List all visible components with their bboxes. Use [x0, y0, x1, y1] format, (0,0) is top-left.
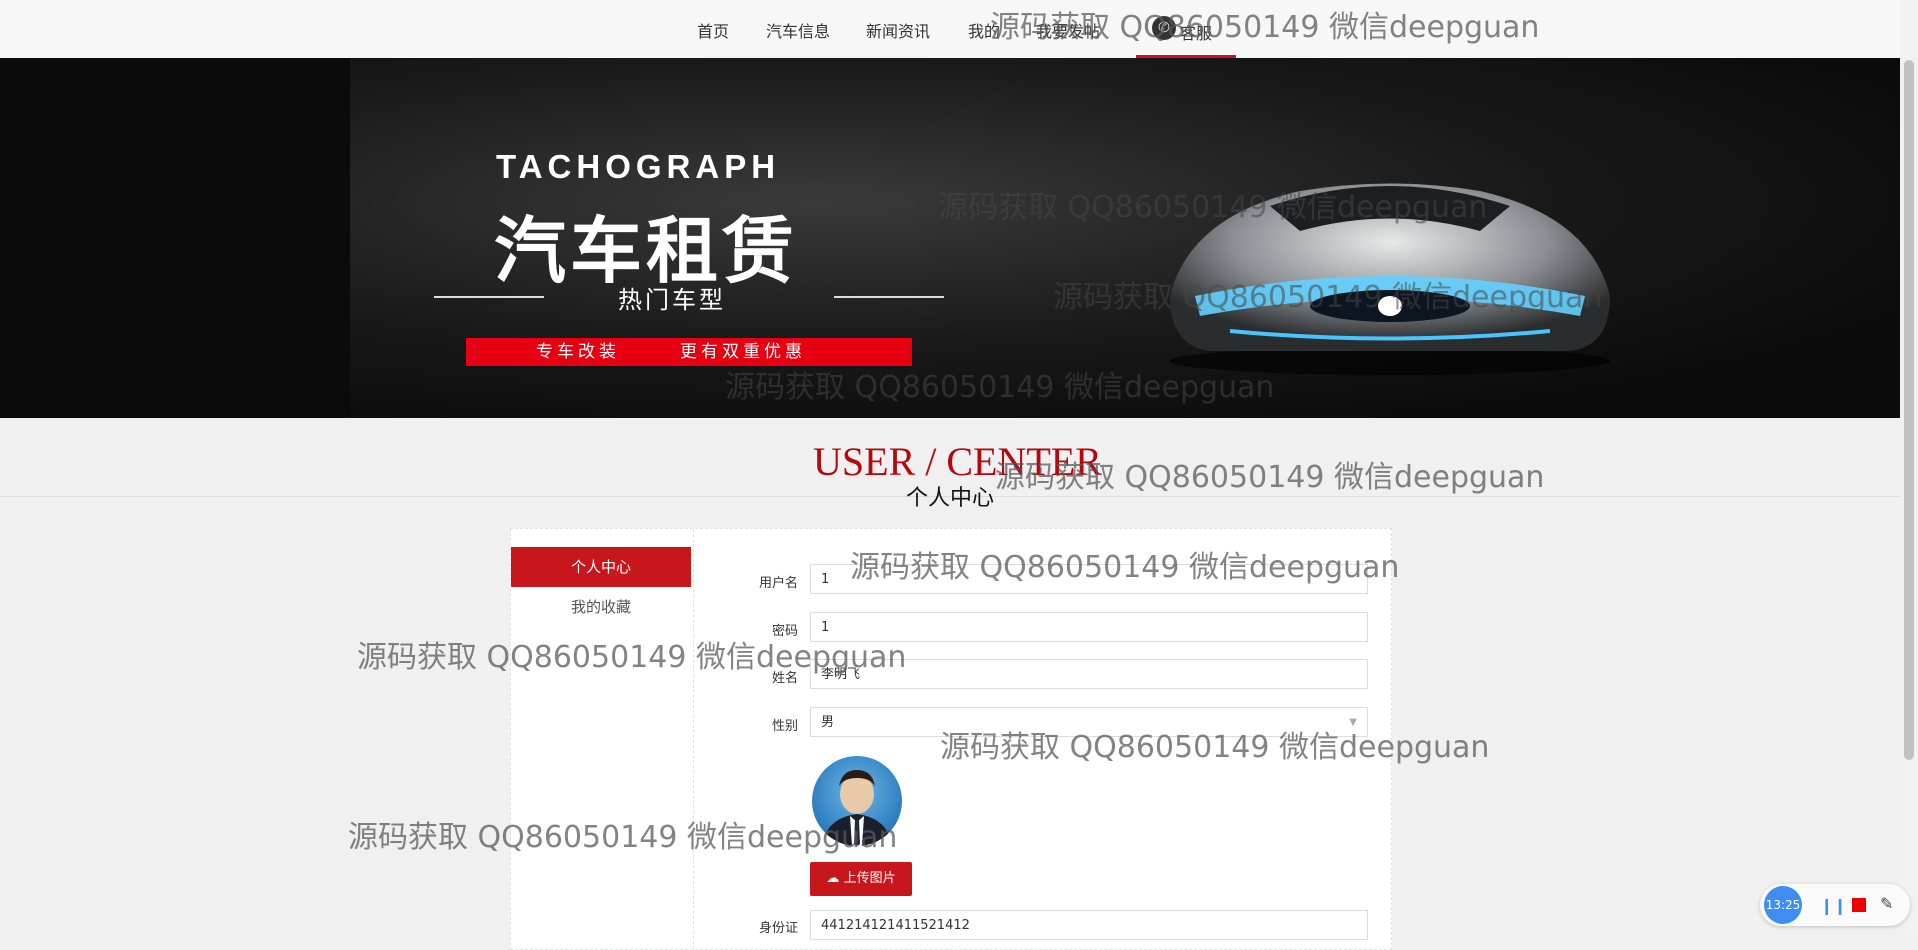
top-nav: 首页 汽车信息 新闻资讯 我的 我要发帖 ✆ 客服: [0, 0, 1900, 59]
recorder-widget: 13:25 ❙❙ ✎: [1760, 884, 1910, 926]
divider: [834, 296, 944, 298]
watermark: 源码获取 QQ86050149 微信deepguan: [725, 370, 1275, 405]
nav-home[interactable]: 首页: [697, 18, 729, 42]
watermark: 源码获取 QQ86050149 微信deepguan: [940, 730, 1490, 765]
watermark: 源码获取 QQ86050149 微信deepguan: [995, 460, 1545, 495]
banner-title-en: TACHOGRAPH: [496, 148, 781, 185]
watermark: 源码获取 QQ86050149 微信deepguan: [938, 190, 1488, 225]
promo-left: 专车改装: [536, 342, 620, 362]
stop-icon[interactable]: [1852, 898, 1866, 912]
cloud-upload-icon: ☁: [826, 871, 840, 886]
username-label: 用户名: [758, 576, 798, 591]
scrollbar-thumb[interactable]: [1904, 60, 1914, 760]
watermark: 源码获取 QQ86050149 微信deepguan: [1053, 280, 1603, 315]
pen-icon[interactable]: ✎: [1880, 894, 1893, 913]
section-header: USER / CENTER 个人中心: [0, 418, 1900, 511]
car-image: [1170, 183, 1610, 375]
watermark: 源码获取 QQ86050149 微信deepguan: [850, 550, 1400, 585]
sidebar: 个人中心 我的收藏: [511, 529, 694, 949]
section-title-cn: 个人中心: [906, 486, 995, 511]
upload-image-button[interactable]: ☁ 上传图片: [810, 862, 912, 896]
id-card-label: 身份证: [758, 921, 798, 936]
nav-car-info[interactable]: 汽车信息: [766, 18, 830, 42]
gender-value: 男: [821, 715, 835, 730]
gender-label: 性别: [771, 719, 798, 734]
divider: [434, 296, 544, 298]
watermark: 源码获取 QQ86050149 微信deepguan: [990, 10, 1540, 45]
nav-news[interactable]: 新闻资讯: [866, 18, 930, 42]
banner-subtitle: 热门车型: [618, 286, 726, 314]
upload-image-label: 上传图片: [843, 871, 896, 886]
watermark: 源码获取 QQ86050149 微信deepguan: [357, 640, 907, 675]
sidebar-item-profile[interactable]: 个人中心: [511, 547, 691, 587]
recording-timer: 13:25: [1764, 886, 1802, 924]
watermark: 源码获取 QQ86050149 微信deepguan: [348, 820, 898, 855]
pause-icon[interactable]: ❙❙: [1820, 896, 1847, 915]
sidebar-item-favorites[interactable]: 我的收藏: [511, 589, 691, 625]
vertical-scrollbar[interactable]: [1900, 0, 1918, 936]
